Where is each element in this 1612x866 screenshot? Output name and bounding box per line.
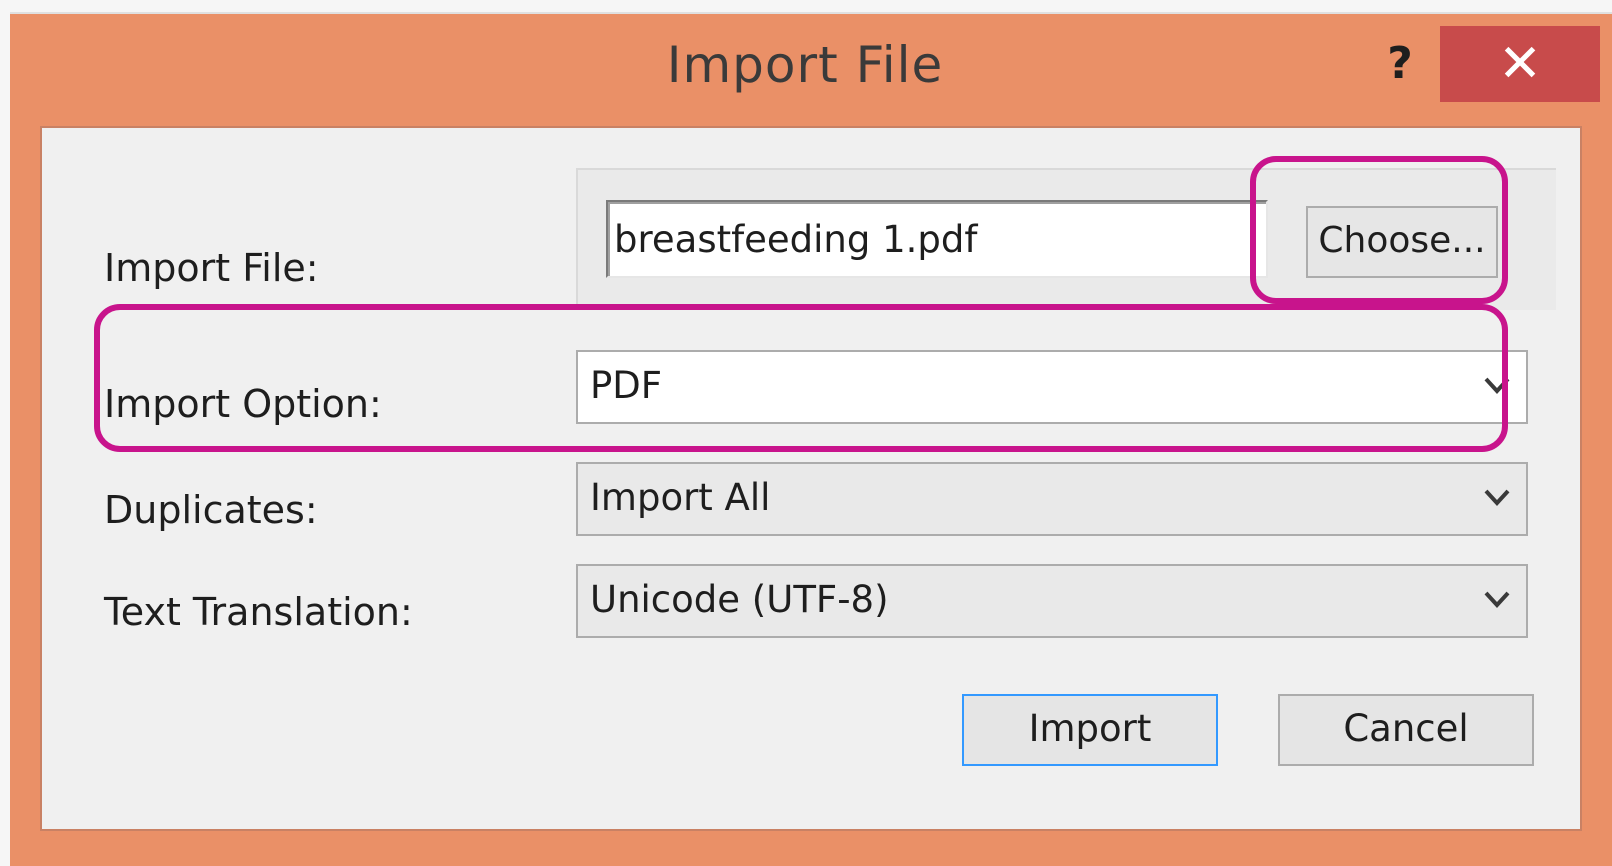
chevron-down-icon: [1482, 370, 1512, 400]
text-translation-select[interactable]: Unicode (UTF-8): [576, 564, 1528, 638]
close-button[interactable]: ✕: [1440, 26, 1600, 102]
text-translation-label: Text Translation:: [104, 590, 413, 634]
duplicates-value: Import All: [590, 476, 771, 519]
import-option-select[interactable]: PDF: [576, 350, 1528, 424]
help-button[interactable]: ?: [1370, 34, 1430, 94]
chevron-down-icon: [1482, 482, 1512, 512]
cancel-button[interactable]: Cancel: [1278, 694, 1534, 766]
duplicates-label: Duplicates:: [104, 488, 318, 532]
close-icon: ✕: [1498, 34, 1542, 94]
import-button[interactable]: Import: [962, 694, 1218, 766]
import-file-input[interactable]: [606, 200, 1268, 278]
text-translation-value: Unicode (UTF-8): [590, 578, 889, 621]
chevron-down-icon: [1482, 584, 1512, 614]
choose-button[interactable]: Choose...: [1306, 206, 1498, 278]
dialog-title: Import File: [666, 36, 944, 94]
import-file-dialog: Import File ? ✕ Import File: Choose... I…: [10, 12, 1612, 866]
dialog-content: Import File: Choose... Import Option: PD…: [40, 126, 1582, 831]
import-option-label: Import Option:: [104, 382, 382, 426]
import-option-value: PDF: [590, 364, 663, 407]
duplicates-select[interactable]: Import All: [576, 462, 1528, 536]
import-file-label: Import File:: [104, 246, 319, 290]
